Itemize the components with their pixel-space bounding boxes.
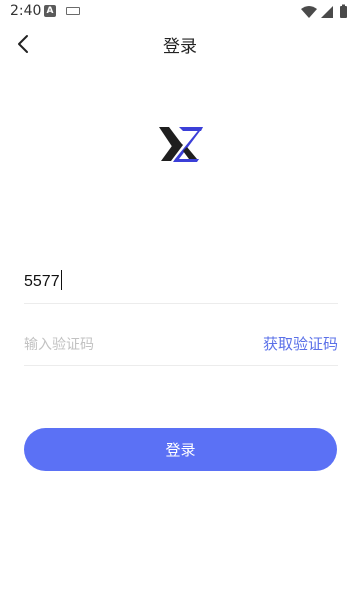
nav-bar: 登录 bbox=[0, 26, 360, 60]
wifi-icon bbox=[301, 6, 317, 18]
signal-icon bbox=[321, 6, 333, 18]
text-caret bbox=[60, 270, 62, 290]
yz-logo-icon bbox=[159, 127, 203, 162]
login-button[interactable]: 登录 bbox=[24, 428, 337, 471]
code-row: 输入验证码 获取验证码 bbox=[24, 322, 338, 366]
status-time: 2:40 bbox=[10, 3, 42, 19]
notification-a-icon: A bbox=[44, 5, 56, 17]
status-bar: 2:40 A bbox=[0, 0, 360, 24]
get-code-button[interactable]: 获取验证码 bbox=[263, 333, 338, 354]
battery-icon bbox=[340, 4, 347, 18]
phone-input[interactable]: 5577 bbox=[24, 270, 324, 291]
keyboard-icon bbox=[66, 7, 80, 15]
verification-code-input[interactable]: 输入验证码 bbox=[24, 334, 224, 354]
page-title: 登录 bbox=[163, 37, 197, 57]
app-logo bbox=[157, 125, 205, 163]
status-icons bbox=[300, 4, 352, 20]
phone-row: 5577 bbox=[24, 260, 338, 304]
phone-input-value: 5577 bbox=[24, 273, 60, 290]
